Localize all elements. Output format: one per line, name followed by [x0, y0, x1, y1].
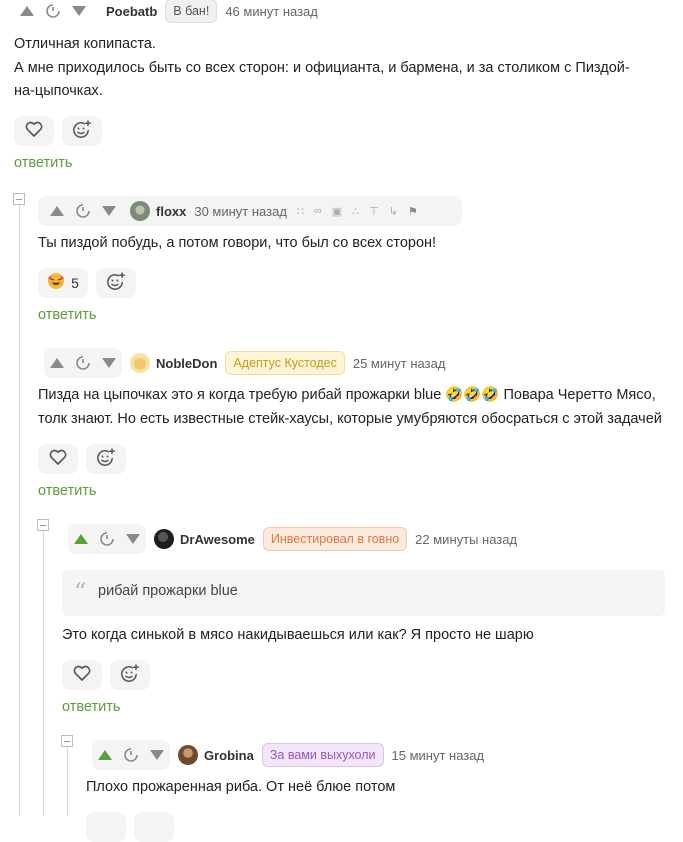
reply-link[interactable]: ответить [38, 483, 96, 499]
add-reaction-button[interactable] [62, 116, 102, 146]
comment-header: Grobina За вами выхухоли 15 минут назад [86, 740, 506, 770]
share-icon[interactable]: ∴ [352, 205, 359, 218]
reaction-pill[interactable]: 5 [38, 268, 88, 298]
reaction-count: 5 [71, 275, 79, 291]
like-button[interactable] [62, 660, 102, 690]
add-reaction-icon [106, 271, 126, 296]
avatar[interactable] [178, 745, 198, 765]
add-reaction-button[interactable] [96, 268, 136, 298]
user-badge: Адептус Кустодес [225, 351, 345, 375]
downvote-icon[interactable] [66, 0, 92, 24]
quote-text: рибай прожарки blue [98, 583, 238, 599]
comment-line: Плохо прожаренная риба. От неё блюе пото… [86, 779, 396, 795]
avatar[interactable] [130, 353, 150, 373]
thread-line [43, 531, 44, 816]
heart-icon [73, 665, 91, 686]
add-reaction-icon [120, 663, 140, 688]
comment-header: Poebatb В бан! 46 минут назад [14, 0, 318, 26]
upvote-icon[interactable] [68, 526, 94, 552]
author-name[interactable]: NobleDon [156, 356, 217, 371]
comment-body: Это когда синькой в мясо накидываешься и… [62, 624, 662, 648]
clock-icon[interactable] [70, 198, 96, 224]
collapse-icon[interactable] [61, 735, 73, 747]
upvote-icon[interactable] [44, 198, 70, 224]
comment-line: на-цыпочках. [14, 83, 103, 99]
user-badge: За вами выхухоли [261, 743, 384, 767]
user-badge: В бан! [165, 0, 218, 23]
like-button[interactable] [14, 116, 54, 146]
upvote-icon[interactable] [92, 742, 118, 768]
comment-body: Отличная копипаста. А мне приходилось бы… [14, 33, 664, 104]
upvote-icon[interactable] [14, 0, 40, 24]
avatar[interactable] [154, 529, 174, 549]
author-name[interactable]: Poebatb [106, 4, 157, 19]
vote-controls [44, 198, 122, 224]
comment-body: Ты пиздой побудь, а потом говори, что бы… [38, 232, 668, 256]
comment-header: DrAwesome Инвестировал в говно 22 минуты… [62, 524, 532, 554]
upvote-icon[interactable] [44, 350, 70, 376]
vote-controls [68, 524, 146, 554]
add-reaction-icon [96, 447, 116, 472]
reply-link[interactable]: ответить [38, 307, 96, 323]
flag-icon[interactable]: ⚑ [408, 205, 418, 218]
clock-icon[interactable] [70, 350, 96, 376]
comment-time[interactable]: 30 минут назад [194, 204, 287, 219]
comment-header: NobleDon Адептус Кустодес 25 минут назад [38, 348, 458, 378]
heart-icon [25, 121, 43, 142]
like-button[interactable] [86, 812, 126, 842]
link-icon[interactable]: ∞ [314, 205, 322, 217]
thread-line [67, 747, 68, 816]
avatar[interactable] [130, 201, 150, 221]
comment-line: толк знают. Но есть известные стейк-хаус… [38, 410, 662, 427]
comment-line: Это когда синькой в мясо накидываешься и… [62, 627, 534, 643]
add-reaction-button[interactable] [110, 660, 150, 690]
comment-line: Отличная копипаста. [14, 36, 156, 52]
downvote-icon[interactable] [96, 350, 122, 376]
reply-link[interactable]: ответить [14, 155, 72, 171]
author-name[interactable]: Grobina [204, 748, 254, 763]
top-icon[interactable]: ⊤ [369, 205, 379, 218]
comment-time[interactable]: 25 минут назад [353, 356, 446, 371]
comment-time[interactable]: 22 минуты назад [415, 532, 517, 547]
heart-icon [49, 449, 67, 470]
comment-line: Ты пиздой побудь, а потом говори, что бы… [38, 235, 437, 251]
like-button[interactable] [38, 444, 78, 474]
user-badge: Инвестировал в говно [262, 527, 408, 551]
rss-icon[interactable]: ∷ [297, 205, 304, 218]
clock-icon[interactable] [94, 526, 120, 552]
quote-icon: “ [74, 578, 87, 606]
comment-header: floxx 30 минут назад ∷ ∞ ▣ ∴ ⊤ ↳ ⚑ [38, 196, 462, 226]
comment-line: А мне приходилось быть со всех сторон: и… [14, 59, 630, 76]
comment-line: Пизда на цыпочках это я когда требую риб… [38, 387, 656, 403]
vote-controls [14, 0, 92, 24]
save-icon[interactable]: ▣ [332, 205, 342, 218]
reply-link[interactable]: ответить [62, 699, 120, 715]
vote-controls [92, 740, 170, 770]
thread-line [19, 205, 20, 816]
clock-icon[interactable] [118, 742, 144, 768]
comment-time[interactable]: 15 минут назад [392, 748, 485, 763]
downvote-icon[interactable] [96, 198, 122, 224]
comment-body: Плохо прожаренная риба. От неё блюе пото… [86, 776, 666, 800]
clock-icon[interactable] [40, 0, 66, 24]
collapse-icon[interactable] [37, 519, 49, 531]
vote-controls [44, 348, 122, 378]
quote-block: “ рибай прожарки blue [62, 570, 665, 616]
downvote-icon[interactable] [120, 526, 146, 552]
collapse-icon[interactable] [13, 193, 25, 205]
author-name[interactable]: DrAwesome [180, 532, 255, 547]
add-reaction-icon [72, 119, 92, 144]
laughing-emoji-icon [47, 272, 65, 295]
comment-body: Пизда на цыпочках это я когда требую риб… [38, 384, 678, 431]
branch-icon[interactable]: ↳ [389, 205, 398, 218]
add-reaction-button[interactable] [134, 812, 174, 842]
author-name[interactable]: floxx [156, 204, 186, 219]
comment-time[interactable]: 46 минут назад [225, 4, 318, 19]
downvote-icon[interactable] [144, 742, 170, 768]
add-reaction-button[interactable] [86, 444, 126, 474]
